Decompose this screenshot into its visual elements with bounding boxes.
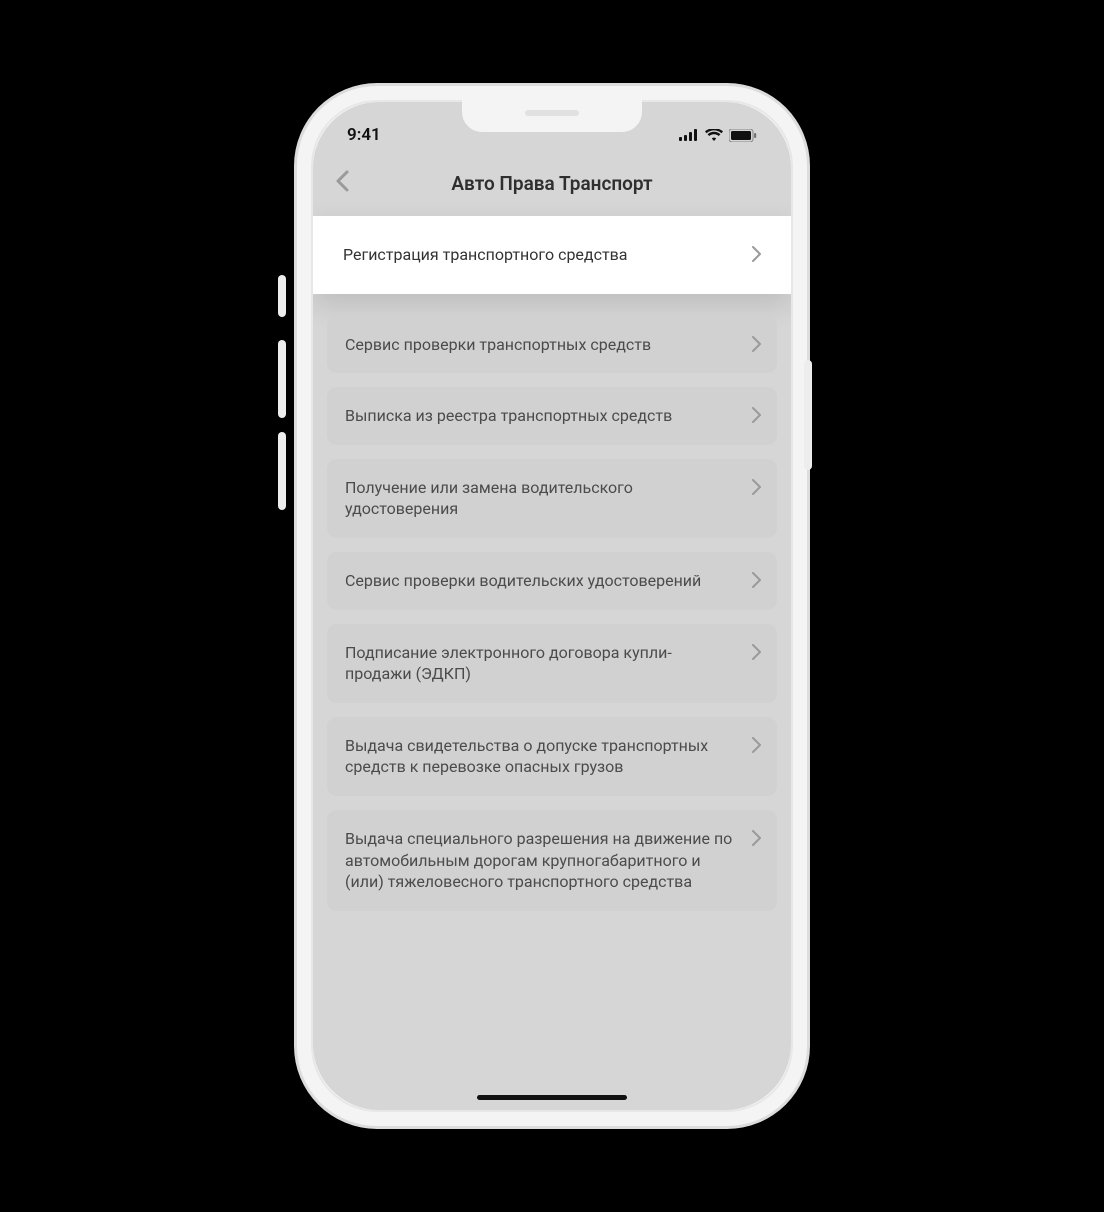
battery-icon	[729, 129, 757, 142]
list-item-label: Регистрация транспортного средства	[343, 245, 627, 264]
list-item-label: Выдача специального разрешения на движен…	[345, 829, 732, 891]
chevron-right-icon	[752, 479, 761, 501]
list-item-label: Сервис проверки транспортных средств	[345, 335, 651, 354]
list-item-label: Подписание электронного договора купли-п…	[345, 643, 672, 684]
chevron-right-icon	[752, 336, 761, 358]
list-item[interactable]: Сервис проверки транспортных средств	[327, 316, 777, 374]
home-indicator[interactable]	[477, 1095, 627, 1100]
list-item-label: Получение или замена водительского удост…	[345, 478, 633, 519]
chevron-right-icon	[752, 737, 761, 759]
list-item[interactable]: Выдача свидетельства о допуске транспорт…	[327, 717, 777, 796]
screen: 9:41	[313, 102, 791, 1110]
chevron-right-icon	[752, 644, 761, 666]
phone-mockup: 9:41	[297, 86, 807, 1126]
list-item[interactable]: Выписка из реестра транспортных средств	[327, 387, 777, 445]
services-list: Регистрация транспортного средства Серви…	[313, 210, 791, 911]
list-item[interactable]: Регистрация транспортного средства	[313, 216, 791, 294]
page-title: Авто Права Транспорт	[451, 172, 652, 195]
chevron-right-icon	[752, 830, 761, 852]
chevron-right-icon	[752, 407, 761, 429]
chevron-right-icon	[752, 572, 761, 594]
notch	[462, 100, 642, 132]
list-item-label: Выдача свидетельства о допуске транспорт…	[345, 736, 708, 777]
back-button[interactable]	[327, 168, 357, 198]
chevron-right-icon	[752, 246, 761, 268]
signal-icon	[679, 129, 699, 141]
list-item[interactable]: Выдача специального разрешения на движен…	[327, 810, 777, 911]
wifi-icon	[705, 129, 723, 141]
list-item[interactable]: Сервис проверки водительских удостоверен…	[327, 552, 777, 610]
list-item-label: Выписка из реестра транспортных средств	[345, 406, 672, 425]
header: Авто Права Транспорт	[313, 156, 791, 210]
status-time: 9:41	[347, 125, 381, 145]
list-item-label: Сервис проверки водительских удостоверен…	[345, 571, 701, 590]
status-right	[679, 129, 757, 142]
list-item[interactable]: Получение или замена водительского удост…	[327, 459, 777, 538]
chevron-left-icon	[335, 170, 349, 196]
list-item[interactable]: Подписание электронного договора купли-п…	[327, 624, 777, 703]
